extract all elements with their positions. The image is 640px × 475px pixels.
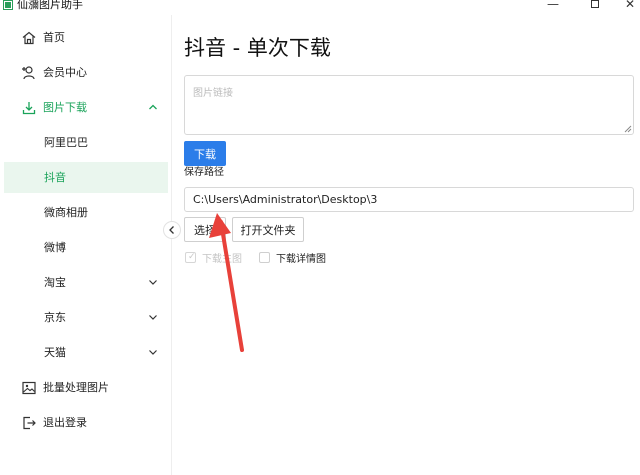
sidebar-item-label: 阿里巴巴 xyxy=(44,136,88,149)
save-path-input[interactable] xyxy=(184,187,634,212)
sidebar-item-taobao[interactable]: 淘宝 xyxy=(4,267,168,298)
sidebar-item-label: 首页 xyxy=(43,31,65,44)
sidebar-item-batch-process[interactable]: 批量处理图片 xyxy=(4,372,168,403)
sidebar-item-label: 抖音 xyxy=(44,171,66,184)
sidebar-item-membership[interactable]: 会员中心 xyxy=(4,57,168,88)
save-path-label: 保存路径 xyxy=(184,167,224,178)
sidebar-item-douyin[interactable]: 抖音 xyxy=(4,162,168,193)
chevron-down-icon xyxy=(149,315,157,320)
user-add-icon xyxy=(22,66,35,80)
checkbox-box[interactable] xyxy=(259,251,270,263)
page-title: 抖音 - 单次下载 xyxy=(184,36,331,60)
sidebar-item-alibaba[interactable]: 阿里巴巴 xyxy=(4,127,168,158)
image-icon xyxy=(22,381,36,395)
sidebar-item-jd[interactable]: 京东 xyxy=(4,302,168,333)
close-button[interactable]: ✕ xyxy=(620,0,640,11)
checkbox-label: 下载详情图 xyxy=(276,253,326,265)
chevron-down-icon xyxy=(149,280,157,285)
open-folder-button[interactable]: 打开文件夹 xyxy=(232,217,304,242)
logout-icon xyxy=(23,416,36,430)
sidebar: 首页 会员中心 图片下载 阿里巴巴 抖音 微商相册 微博 淘宝 京东 天猫 批量… xyxy=(0,15,172,475)
resize-grip-icon[interactable] xyxy=(624,125,632,133)
sidebar-item-home[interactable]: 首页 xyxy=(4,22,168,53)
sidebar-item-label: 批量处理图片 xyxy=(43,381,109,394)
image-link-input[interactable] xyxy=(184,75,634,135)
minimize-button[interactable]: — xyxy=(543,0,563,11)
home-icon xyxy=(22,31,36,45)
select-folder-button[interactable]: 选择 xyxy=(184,217,226,242)
sidebar-item-label: 京东 xyxy=(44,311,66,324)
sidebar-item-tmall[interactable]: 天猫 xyxy=(4,337,168,368)
sidebar-item-label: 淘宝 xyxy=(44,276,66,289)
sidebar-item-label: 图片下载 xyxy=(43,101,87,114)
sidebar-item-logout[interactable]: 退出登录 xyxy=(4,407,168,438)
main-panel: 抖音 - 单次下载 下载 保存路径 选择 打开文件夹 ✓ 下载主图 下载详情图 xyxy=(173,15,640,475)
title-bar: 仙瀰图片助手 — ✕ xyxy=(0,0,640,14)
maximize-icon xyxy=(591,0,599,8)
app-logo-icon xyxy=(3,0,13,10)
sidebar-item-weibo[interactable]: 微博 xyxy=(4,232,168,263)
download-icon xyxy=(22,102,36,115)
chevron-up-icon xyxy=(149,104,157,110)
download-main-image-checkbox[interactable]: ✓ 下载主图 xyxy=(185,250,242,265)
download-button[interactable]: 下载 xyxy=(184,141,226,166)
app-title: 仙瀰图片助手 xyxy=(17,0,83,11)
chevron-down-icon xyxy=(149,350,157,355)
app-window: 仙瀰图片助手 — ✕ 首页 会员中心 图片下载 阿里巴巴 抖音 微商相册 微博 … xyxy=(0,0,640,475)
checkbox-label: 下载主图 xyxy=(202,253,242,265)
sidebar-item-label: 天猫 xyxy=(44,346,66,359)
check-icon: ✓ xyxy=(188,251,196,262)
sidebar-item-label: 微商相册 xyxy=(44,206,88,219)
maximize-button[interactable] xyxy=(585,0,605,11)
sidebar-item-weishang-album[interactable]: 微商相册 xyxy=(4,197,168,228)
checkbox-box[interactable]: ✓ xyxy=(185,251,196,263)
sidebar-item-image-download[interactable]: 图片下载 xyxy=(4,92,168,123)
download-detail-image-checkbox[interactable]: 下载详情图 xyxy=(259,250,326,265)
sidebar-item-label: 微博 xyxy=(44,241,66,254)
sidebar-item-label: 会员中心 xyxy=(43,66,87,79)
sidebar-item-label: 退出登录 xyxy=(43,416,87,429)
